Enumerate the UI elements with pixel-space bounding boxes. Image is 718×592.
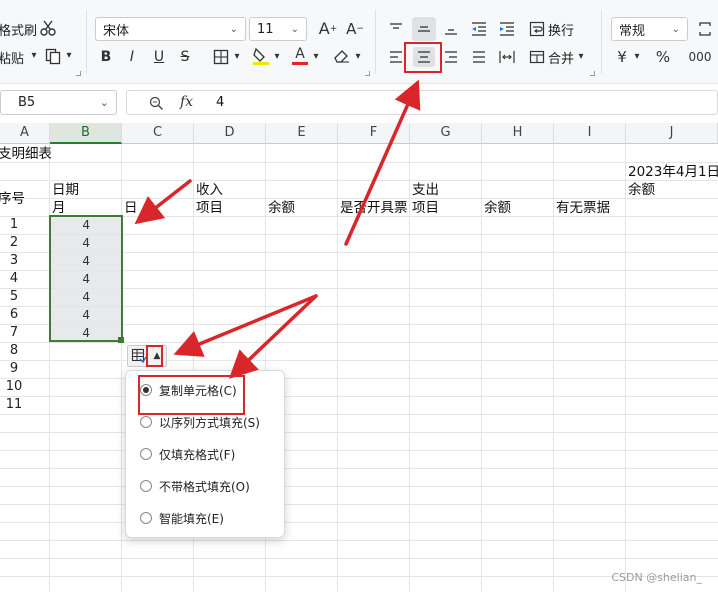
annotation-arrow bbox=[173, 294, 318, 357]
annotation-arrow bbox=[344, 79, 421, 246]
annotation-arrows bbox=[134, 79, 421, 379]
annotation-arrow bbox=[228, 294, 318, 379]
watermark: CSDN @shelian_ bbox=[611, 571, 702, 584]
annotation-arrow bbox=[134, 179, 192, 225]
